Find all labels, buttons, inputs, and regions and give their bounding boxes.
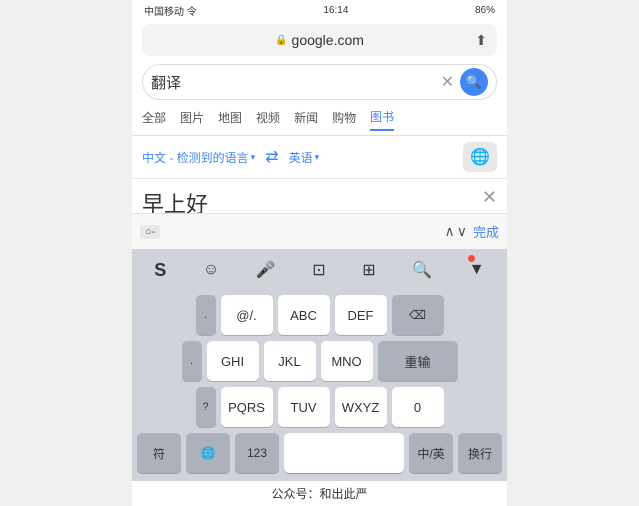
search-clear-button[interactable]: ✕ — [441, 72, 454, 92]
up-chevron-button[interactable]: ∧ — [444, 223, 454, 240]
status-time: 16:14 — [323, 5, 348, 16]
kb-icon-emoji[interactable]: ☺ — [203, 261, 219, 279]
search-bar[interactable]: 翻译 ✕ 🔍 — [142, 64, 497, 100]
key-lang-switch[interactable]: 中/英 — [409, 433, 453, 473]
target-lang-text: 英语 — [289, 149, 313, 166]
source-lang-chevron: ▾ — [251, 152, 256, 163]
tab-news[interactable]: 新闻 — [294, 109, 318, 130]
swap-languages-button[interactable]: ⇄ — [265, 147, 278, 167]
kb-icon-grid[interactable]: ⊞ — [362, 260, 375, 280]
url-text: google.com — [292, 32, 364, 48]
kb-icon-down[interactable]: ▼ — [469, 261, 485, 279]
key-mno[interactable]: MNO — [321, 341, 373, 381]
search-query: 翻译 — [151, 72, 441, 93]
kb-bottom-row: 符 🌐 123 中/英 换行 — [134, 433, 505, 477]
keyboard: . @/. ABC DEF ⌫ . GHI JKL MNO 重输 ? PQRS … — [132, 291, 507, 481]
translate-button[interactable]: 🌐 — [463, 142, 497, 172]
kb-icon-clipboard[interactable]: ⊡ — [312, 260, 325, 280]
kb-icon-s[interactable]: S — [154, 260, 166, 281]
target-language-button[interactable]: 英语 ▾ — [289, 149, 320, 166]
key-period-2[interactable]: . — [182, 341, 202, 381]
kb-chevrons: ∧ ∨ — [444, 223, 467, 240]
tab-all[interactable]: 全部 — [142, 109, 166, 130]
kb-icon-search[interactable]: 🔍 — [412, 260, 432, 280]
keyboard-toolbar: ○- ∧ ∨ 完成 — [132, 213, 507, 249]
key-row-2: . GHI JKL MNO 重输 — [134, 341, 505, 381]
tab-shopping[interactable]: 购物 — [332, 109, 356, 130]
source-area: 早上好 Zǎoshang hǎo ✕ 🔊 — [132, 179, 507, 213]
translate-panel: 中文 - 检测到的语言 ▾ ⇄ 英语 ▾ 🌐 早上好 Zǎoshang hǎo … — [132, 136, 507, 213]
key-period-1[interactable]: . — [196, 295, 216, 335]
key-zero[interactable]: 0 — [392, 387, 444, 427]
target-lang-chevron: ▾ — [315, 152, 320, 163]
key-icon: ○- — [140, 225, 160, 239]
tab-images[interactable]: 图片 — [180, 109, 204, 130]
source-lang-text: 中文 - 检测到的语言 — [142, 149, 249, 166]
down-chevron-button[interactable]: ∨ — [457, 223, 467, 240]
key-row-1: . @/. ABC DEF ⌫ — [134, 295, 505, 335]
language-row: 中文 - 检测到的语言 ▾ ⇄ 英语 ▾ 🌐 — [132, 136, 507, 179]
tab-books[interactable]: 图书 — [370, 108, 394, 131]
key-pqrs[interactable]: PQRS — [221, 387, 273, 427]
key-abc[interactable]: ABC — [278, 295, 330, 335]
phone-frame: 中国移动 令 16:14 86% 🔒 google.com ⬆ 翻译 ✕ 🔍 全… — [132, 0, 507, 481]
notification-dot — [468, 255, 475, 262]
key-globe[interactable]: 🌐 — [186, 433, 230, 473]
share-icon[interactable]: ⬆ — [475, 32, 487, 49]
key-space[interactable] — [284, 433, 404, 473]
battery-text: 86% — [475, 5, 495, 16]
key-return[interactable]: 换行 — [458, 433, 502, 473]
key-row-3: ? PQRS TUV WXYZ 0 — [134, 387, 505, 427]
nav-tabs: 全部 图片 地图 视频 新闻 购物 图书 — [132, 104, 507, 136]
kb-icon-mic[interactable]: 🎤 — [256, 260, 276, 280]
lock-icon: 🔒 — [275, 35, 287, 46]
tab-video[interactable]: 视频 — [256, 109, 280, 130]
key-123[interactable]: 123 — [235, 433, 279, 473]
status-left: 中国移动 令 — [144, 3, 197, 18]
source-clear-button[interactable]: ✕ — [482, 187, 497, 208]
watermark: 公众号：和出此严 — [132, 481, 507, 506]
key-ghi[interactable]: GHI — [207, 341, 259, 381]
key-at[interactable]: @/. — [221, 295, 273, 335]
key-jkl[interactable]: JKL — [264, 341, 316, 381]
source-language-button[interactable]: 中文 - 检测到的语言 ▾ — [142, 149, 255, 166]
key-wxyz[interactable]: WXYZ — [335, 387, 387, 427]
watermark-text: 公众号：和出此严 — [271, 487, 367, 501]
source-text: 早上好 — [142, 187, 497, 213]
tab-maps[interactable]: 地图 — [218, 109, 242, 130]
key-def[interactable]: DEF — [335, 295, 387, 335]
key-question[interactable]: ? — [196, 387, 216, 427]
status-right: 86% — [475, 5, 495, 16]
status-bar: 中国移动 令 16:14 86% — [132, 0, 507, 20]
keyboard-icon-row: S ☺ 🎤 ⊡ ⊞ 🔍 ▼ — [132, 249, 507, 291]
search-icon: 🔍 — [466, 74, 482, 90]
done-button[interactable]: 完成 — [473, 222, 499, 241]
carrier-text: 中国移动 令 — [144, 3, 197, 18]
key-special-chars[interactable]: 符 — [137, 433, 181, 473]
search-button[interactable]: 🔍 — [460, 68, 488, 96]
kb-toolbar-right: ∧ ∨ 完成 — [444, 222, 499, 241]
kb-toolbar-left: ○- — [140, 225, 160, 239]
translate-icon: 🌐 — [470, 147, 490, 167]
key-tuv[interactable]: TUV — [278, 387, 330, 427]
key-reset[interactable]: 重输 — [378, 341, 458, 381]
address-bar[interactable]: 🔒 google.com ⬆ — [142, 24, 497, 56]
key-backspace[interactable]: ⌫ — [392, 295, 444, 335]
